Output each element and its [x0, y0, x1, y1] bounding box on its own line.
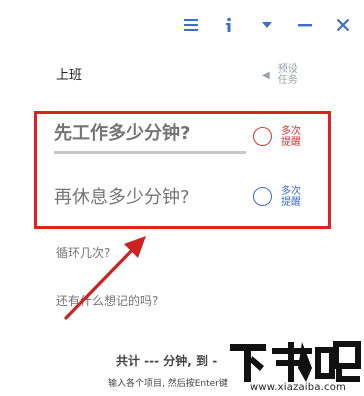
- rest-minutes-input[interactable]: [54, 182, 246, 212]
- watermark-url: www.xiazaiba.com: [250, 382, 346, 393]
- info-button[interactable]: [216, 14, 242, 36]
- triangle-left-icon: ◀: [262, 69, 270, 81]
- minimize-button[interactable]: [292, 14, 318, 36]
- minimize-icon: [298, 23, 312, 27]
- rest-remind-toggle[interactable]: [253, 187, 272, 206]
- close-button[interactable]: [330, 14, 356, 36]
- work-minutes-row: [54, 120, 246, 154]
- window-toolbar: [166, 14, 356, 36]
- rest-remind-label[interactable]: 多次提醒: [281, 186, 301, 208]
- total-summary: 共计 --- 分钟, 到 -: [116, 354, 218, 368]
- rest-minutes-row: [54, 182, 246, 212]
- dropdown-button[interactable]: [254, 14, 280, 36]
- work-remind-label[interactable]: 多次提醒: [281, 126, 301, 148]
- watermark-logo-icon: [230, 341, 361, 382]
- task-title[interactable]: 上班: [56, 64, 82, 83]
- work-remind-toggle[interactable]: [253, 127, 272, 146]
- input-hint: 输入各个项目, 然后按Enter键: [108, 379, 228, 389]
- dropdown-caret-icon: [261, 21, 273, 29]
- menu-button[interactable]: [178, 14, 204, 36]
- menu-icon: [183, 18, 199, 32]
- close-icon: [336, 18, 350, 32]
- notes-input[interactable]: [56, 294, 296, 308]
- cycles-input[interactable]: [56, 246, 256, 260]
- work-minutes-input[interactable]: [54, 120, 246, 154]
- info-icon: [225, 17, 233, 33]
- watermark: www.xiazaiba.com: [228, 338, 362, 396]
- preset-tasks-button[interactable]: ◀ 预设任务: [262, 64, 298, 86]
- preset-tasks-label: 预设任务: [277, 64, 298, 86]
